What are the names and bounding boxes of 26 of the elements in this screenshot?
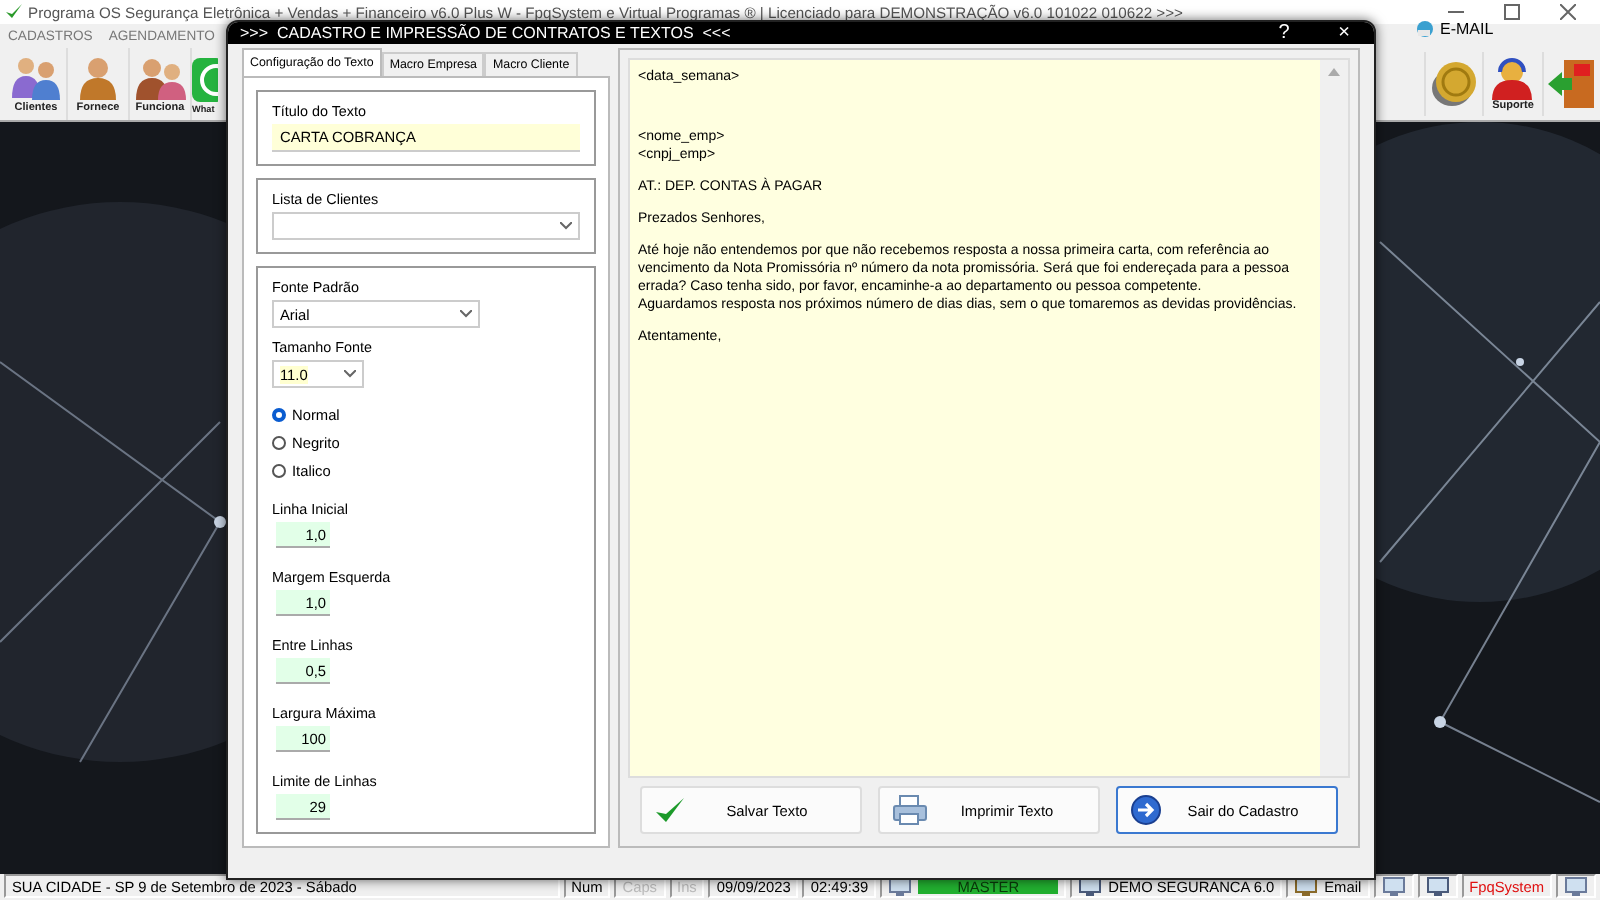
radio-button[interactable] xyxy=(272,464,286,478)
person-icon xyxy=(74,54,122,102)
caret-icon xyxy=(560,222,572,230)
people-icon xyxy=(8,54,64,102)
toolbar-button[interactable] xyxy=(1541,52,1600,116)
text-editor[interactable] xyxy=(628,58,1350,778)
help-button[interactable]: ? xyxy=(1254,22,1314,44)
monitor-icon xyxy=(1425,875,1450,897)
radio-button[interactable] xyxy=(272,436,286,450)
chat-icon xyxy=(192,55,218,103)
close-icon[interactable] xyxy=(1560,4,1576,20)
email-menu[interactable]: E-MAIL xyxy=(1440,19,1494,37)
close-button[interactable]: × xyxy=(1314,22,1374,44)
caret-icon xyxy=(344,370,356,378)
app-icon xyxy=(6,4,22,20)
caret-icon xyxy=(460,310,472,318)
monitor-icon xyxy=(1381,875,1406,897)
monitor-icon xyxy=(1564,875,1588,897)
maximize-icon[interactable] xyxy=(1504,4,1520,20)
checkmark-icon xyxy=(654,796,686,824)
printer-icon xyxy=(892,794,928,826)
dialog-title: >>> CADASTRO E IMPRESSÃO DE CONTRATOS E TEXTOS <<< xyxy=(240,24,733,42)
people-icon xyxy=(132,54,188,102)
exit-door-icon xyxy=(1545,56,1598,112)
radio-button[interactable] xyxy=(272,408,286,422)
coin-icon xyxy=(1428,58,1481,110)
